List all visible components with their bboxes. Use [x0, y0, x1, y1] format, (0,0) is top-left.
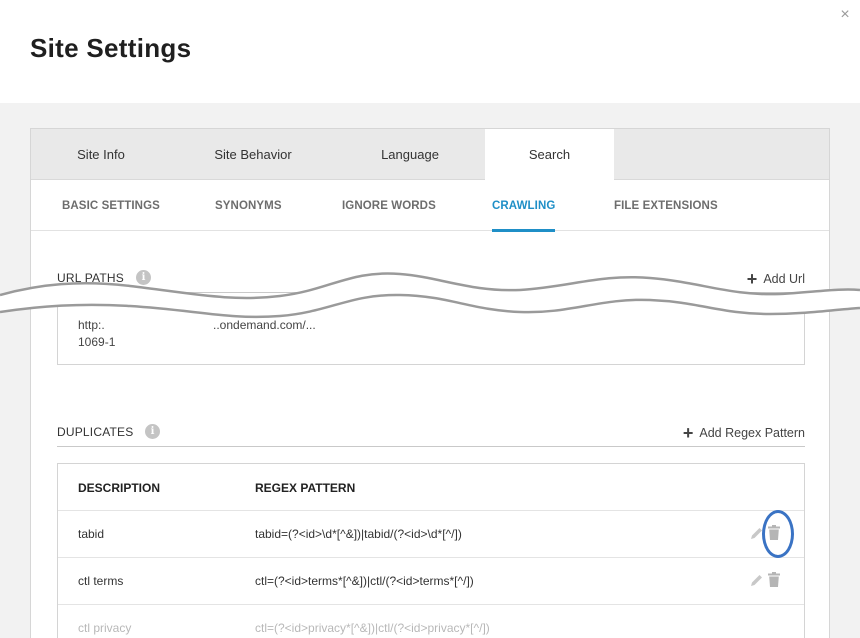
tab-site-info[interactable]: Site Info — [31, 129, 171, 180]
row-regex-pattern: tabid=(?<id>\d*[^&])|tabid/(?<id>\d*[^/]… — [255, 527, 462, 541]
row-regex-pattern: ctl=(?<id>terms*[^&])|ctl/(?<id>terms*[^… — [255, 574, 474, 588]
close-icon[interactable]: × — [836, 6, 854, 24]
row-regex-pattern: ctl=(?<id>privacy*[^&])|ctl/(?<id>privac… — [255, 621, 490, 635]
table-row: ctl privacy ctl=(?<id>privacy*[^&])|ctl/… — [58, 605, 804, 638]
sub-tab-bar: BASIC SETTINGS SYNONYMS IGNORE WORDS CRA… — [31, 181, 829, 232]
row-actions — [750, 572, 784, 590]
subtab-crawling[interactable]: CRAWLING — [492, 181, 556, 232]
dialog-header: Site Settings × — [0, 0, 860, 103]
add-regex-pattern-button[interactable]: + Add Regex Pattern — [683, 423, 805, 444]
tab-language[interactable]: Language — [335, 129, 485, 180]
main-tab-bar: Site Info Site Behavior Language Search — [31, 129, 829, 181]
pencil-icon[interactable] — [750, 573, 764, 587]
column-header-regex-pattern: REGEX PATTERN — [255, 481, 356, 495]
torn-edge-divider — [0, 272, 860, 319]
subtab-synonyms[interactable]: SYNONYMS — [215, 181, 282, 231]
table-header-row: DESCRIPTION REGEX PATTERN — [58, 464, 804, 511]
highlight-ring — [762, 510, 794, 558]
plus-icon: + — [682, 423, 694, 443]
row-description: ctl terms — [78, 574, 124, 588]
tab-site-behavior[interactable]: Site Behavior — [171, 129, 335, 180]
table-row: ctl terms ctl=(?<id>terms*[^&])|ctl/(?<i… — [58, 558, 804, 605]
subtab-basic-settings[interactable]: BASIC SETTINGS — [62, 181, 160, 231]
row-description: tabid — [78, 527, 105, 541]
info-icon[interactable]: i — [145, 424, 160, 439]
table-row: tabid tabid=(?<id>\d*[^&])|tabid/(?<id>\… — [58, 511, 804, 558]
duplicates-header: DUPLICATES i + Add Regex Pattern — [57, 417, 805, 447]
add-regex-pattern-label: Add Regex Pattern — [699, 426, 805, 440]
subtab-ignore-words[interactable]: IGNORE WORDS — [342, 181, 436, 231]
subtab-file-extensions[interactable]: FILE EXTENSIONS — [614, 181, 718, 231]
duplicates-title: DUPLICATES — [57, 425, 134, 439]
settings-panel: Site Info Site Behavior Language Search … — [30, 128, 830, 638]
trash-icon[interactable] — [768, 572, 780, 587]
page-title: Site Settings — [30, 33, 192, 63]
column-header-description: DESCRIPTION — [78, 481, 161, 495]
tab-search[interactable]: Search — [485, 129, 614, 181]
duplicates-table: DESCRIPTION REGEX PATTERN tabid tabid=(?… — [57, 463, 805, 638]
url-path-fragment: 1069-1 — [78, 335, 116, 349]
row-description: ctl privacy — [78, 621, 132, 635]
